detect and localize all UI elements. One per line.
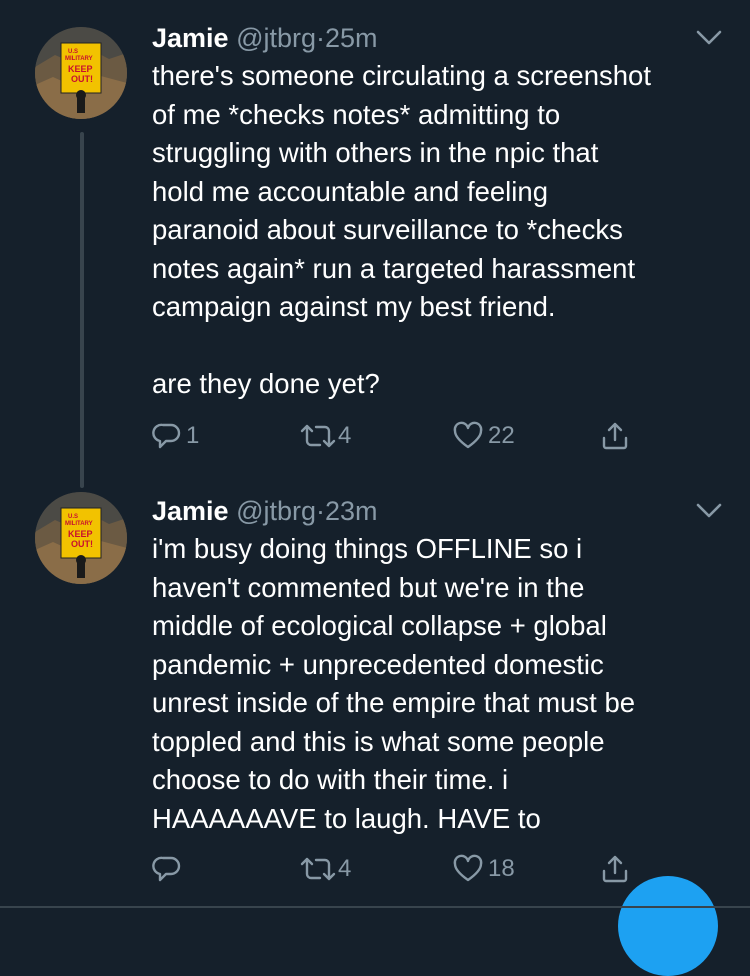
tweet-header: Jamie @jtbrg·25m bbox=[152, 20, 378, 56]
tweet[interactable]: U.S MILITARY KEEP OUT! Jamie @jtbrg·23m … bbox=[0, 485, 750, 908]
tweet[interactable]: U.S MILITARY KEEP OUT! Jamie @jtbrg·25m … bbox=[0, 0, 750, 488]
share-button[interactable] bbox=[600, 849, 630, 889]
tweet-text-line: choose to do with their time. i bbox=[152, 764, 509, 795]
user-handle[interactable]: @jtbrg bbox=[236, 496, 316, 526]
heart-icon bbox=[452, 421, 484, 451]
retweet-icon bbox=[298, 421, 338, 451]
tweet-text-line: unrest inside of the empire that must be bbox=[152, 687, 636, 718]
tweet-text-line: notes again* run a targeted harassment bbox=[152, 252, 636, 284]
avatar-sign-text: U.S bbox=[68, 49, 78, 55]
chevron-down-icon[interactable] bbox=[694, 28, 724, 48]
timestamp[interactable]: 25m bbox=[325, 23, 378, 53]
like-count: 22 bbox=[488, 422, 515, 449]
tweet-text-line: middle of ecological collapse + global bbox=[152, 610, 607, 641]
tweet-text-line: of me *checks notes* admitting to bbox=[152, 98, 561, 130]
thread-line bbox=[80, 132, 84, 488]
share-button[interactable] bbox=[600, 416, 630, 456]
share-icon bbox=[600, 420, 630, 452]
tweet-text-line: are they done yet? bbox=[152, 368, 380, 399]
avatar[interactable]: U.S MILITARY KEEP OUT! bbox=[35, 492, 127, 584]
avatar-sign-text: U.S bbox=[68, 514, 78, 520]
avatar-image: U.S MILITARY KEEP OUT! bbox=[35, 492, 127, 584]
avatar[interactable]: U.S MILITARY KEEP OUT! bbox=[35, 27, 127, 119]
display-name[interactable]: Jamie bbox=[152, 496, 229, 526]
tweet-header: Jamie @jtbrg·23m bbox=[152, 493, 378, 529]
avatar-sign-text: MILITARY bbox=[65, 521, 93, 527]
retweet-button[interactable]: 4 bbox=[298, 416, 351, 456]
heart-icon bbox=[452, 854, 484, 884]
tweet-text: there's someone circulating a screenshot… bbox=[152, 57, 722, 404]
like-count: 18 bbox=[488, 855, 515, 882]
tweet-text-line: there's someone circulating a screenshot bbox=[152, 60, 651, 91]
avatar-sign-text: MILITARY bbox=[65, 56, 93, 62]
tweet-actions: 4 18 bbox=[152, 849, 672, 889]
tweet-text-line: hold me accountable and feeling bbox=[152, 175, 548, 207]
user-handle[interactable]: @jtbrg bbox=[236, 23, 316, 53]
display-name[interactable]: Jamie bbox=[152, 23, 229, 53]
avatar-sign-text: KEEP bbox=[68, 529, 93, 539]
compose-tweet-button[interactable] bbox=[618, 876, 718, 976]
retweet-count: 4 bbox=[338, 422, 352, 449]
retweet-icon bbox=[298, 854, 338, 884]
tweet-text-line: paranoid about surveillance to *checks bbox=[152, 214, 623, 245]
like-button[interactable]: 18 bbox=[452, 849, 515, 889]
like-button[interactable]: 22 bbox=[452, 416, 515, 456]
separator-dot: · bbox=[316, 496, 326, 526]
tweet-text: i'm busy doing things OFFLINE so i haven… bbox=[152, 530, 722, 838]
tweet-text-line: campaign against my best friend. bbox=[152, 291, 556, 322]
reply-icon bbox=[152, 854, 182, 884]
avatar-sign-text: KEEP bbox=[68, 64, 93, 74]
retweet-button[interactable]: 4 bbox=[298, 849, 351, 889]
reply-button[interactable]: 1 bbox=[152, 416, 199, 456]
tweet-text-line: pandemic + unprecedented domestic bbox=[152, 648, 604, 680]
reply-button[interactable] bbox=[152, 849, 186, 889]
tweet-text-line: toppled and this is what some people bbox=[152, 725, 605, 757]
tweet-text-line: haven't commented but we're in the bbox=[152, 571, 585, 603]
tweet-text-line: i'm busy doing things OFFLINE so i bbox=[152, 533, 583, 564]
reply-count: 1 bbox=[186, 422, 200, 449]
separator-dot: · bbox=[316, 23, 326, 53]
timestamp[interactable]: 23m bbox=[325, 496, 378, 526]
chevron-down-icon[interactable] bbox=[694, 501, 724, 521]
avatar-sign-text: OUT! bbox=[71, 74, 93, 84]
tweet-text-line: struggling with others in the npic that bbox=[152, 137, 599, 168]
retweet-count: 4 bbox=[338, 855, 352, 882]
reply-icon bbox=[152, 421, 182, 451]
avatar-sign-text: OUT! bbox=[71, 539, 93, 549]
avatar-image: U.S MILITARY KEEP OUT! bbox=[35, 27, 127, 119]
tweet-actions: 1 4 22 bbox=[152, 416, 672, 456]
tweet-text-line: HAAAAAAVE to laugh. HAVE to bbox=[152, 802, 541, 834]
share-icon bbox=[600, 853, 630, 885]
